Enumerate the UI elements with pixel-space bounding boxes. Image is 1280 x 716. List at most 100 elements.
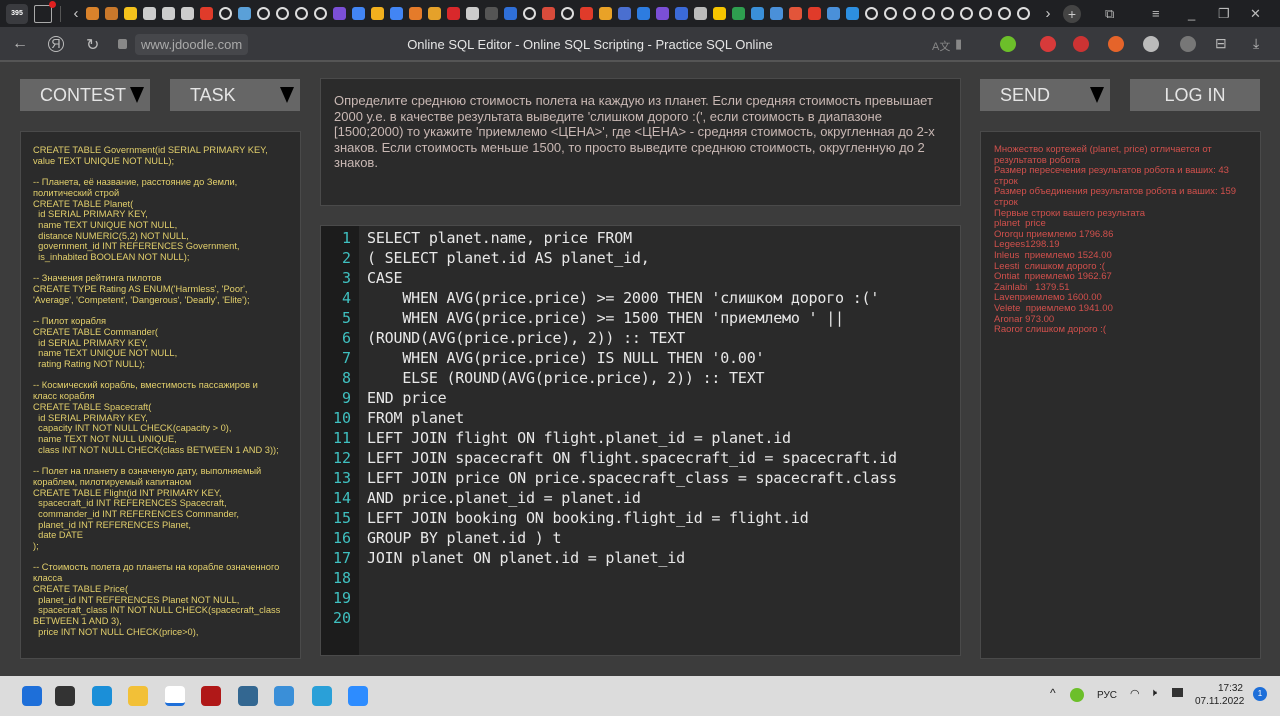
download-icon[interactable]: ⤓ [1253,35,1259,52]
new-tab-icon[interactable] [34,0,56,23]
page-icon[interactable] [143,7,156,20]
chart-icon[interactable] [751,7,764,20]
maximize-icon[interactable]: ❐ [1218,0,1230,27]
github-icon[interactable] [998,7,1011,20]
code-line[interactable]: WHEN AVG(price.price) >= 1500 THEN 'прие… [367,308,897,328]
adblock-icon[interactable] [1040,36,1056,52]
code-line[interactable]: ELSE (ROUND(AVG(price.price), 2)) :: TEX… [367,368,897,388]
sidebar-icon[interactable]: ⊟ [1215,35,1227,52]
orange-icon[interactable] [105,7,118,20]
battery-icon[interactable] [1172,688,1183,697]
excel-icon[interactable] [732,7,745,20]
code-line[interactable]: GROUP BY planet.id ) t [367,528,897,548]
search-icon[interactable] [55,686,75,706]
stack-icon[interactable] [409,7,422,20]
github-icon[interactable] [960,7,973,20]
code-line[interactable]: CASE [367,268,897,288]
page-icon[interactable] [466,7,479,20]
close-icon[interactable]: ✕ [1250,0,1261,27]
yandex-browser-icon[interactable] [165,686,185,706]
explorer-icon[interactable] [128,686,148,706]
tabs-icon[interactable]: ⧉ [1105,0,1114,27]
code-line[interactable]: ( SELECT planet.id AS planet_id, [367,248,897,268]
task-dropdown[interactable]: TASK [170,79,300,111]
code-line[interactable] [367,568,897,588]
bookmark-icon[interactable]: ▮ [955,36,962,52]
github-icon[interactable] [523,7,536,20]
sun-icon[interactable] [1180,36,1196,52]
doc-icon[interactable] [770,7,783,20]
extension-icon[interactable] [1073,36,1089,52]
tab-counter[interactable]: 395 [6,3,28,24]
page-icon[interactable] [181,7,194,20]
image-icon[interactable] [124,7,137,20]
minimize-icon[interactable]: _ [1188,0,1195,27]
bird-icon[interactable] [846,7,859,20]
code-editor[interactable]: 1 2 3 4 5 6 7 8 9 10 11 12 13 14 15 16 17 18 19 20 SELECT p… [320,225,961,656]
app-icon[interactable] [201,686,221,706]
github-icon[interactable] [903,7,916,20]
code-line[interactable]: WHEN AVG(price.price) IS NULL THEN '0.00… [367,348,897,368]
circle-icon[interactable] [865,7,878,20]
page-icon[interactable] [162,7,175,20]
telegram-icon[interactable] [312,686,332,706]
tray-expand-icon[interactable]: ^ [1050,686,1056,700]
clock[interactable]: 17:32 07.11.2022 [1195,682,1244,708]
fire-icon[interactable] [1108,36,1124,52]
code-line[interactable] [367,588,897,608]
github-icon[interactable] [295,7,308,20]
google-icon[interactable] [352,7,365,20]
scroll-left-icon[interactable]: ‹ [69,5,83,22]
notification-badge[interactable]: 1 [1253,687,1267,701]
github-icon[interactable] [276,7,289,20]
code-line[interactable]: WHEN AVG(price.price) >= 2000 THEN 'слиш… [367,288,897,308]
code-line[interactable]: END price [367,388,897,408]
github-icon[interactable] [219,7,232,20]
purple-icon[interactable] [656,7,669,20]
start-icon[interactable] [22,686,42,706]
blue-dot-icon[interactable] [637,7,650,20]
contest-dropdown[interactable]: CONTEST [20,79,150,111]
orange-icon[interactable] [86,7,99,20]
globe-icon[interactable] [1143,36,1159,52]
translate-icon[interactable]: A文 [932,38,950,54]
figma-icon[interactable] [789,7,802,20]
doc-icon[interactable] [827,7,840,20]
question-icon[interactable] [333,7,346,20]
play-icon[interactable] [675,7,688,20]
github-icon[interactable] [922,7,935,20]
download-arrow-icon[interactable] [1000,36,1016,52]
gmail-icon[interactable] [542,7,555,20]
code-line[interactable]: AND price.planet_id = planet.id [367,488,897,508]
add-tab-icon[interactable]: + [1063,4,1081,23]
github-icon[interactable] [561,7,574,20]
github-icon[interactable] [257,7,270,20]
edge-icon[interactable] [92,686,112,706]
bolt-icon[interactable] [371,7,384,20]
github-icon[interactable] [884,7,897,20]
yandex-icon[interactable] [808,7,821,20]
notepad-icon[interactable] [274,686,294,706]
github-icon[interactable] [979,7,992,20]
yandex-icon[interactable] [580,7,593,20]
star-icon[interactable] [428,7,441,20]
trash-icon[interactable] [485,7,498,20]
code-line[interactable]: LEFT JOIN spacecraft ON flight.spacecraf… [367,448,897,468]
send-icon[interactable] [694,7,707,20]
doc-icon[interactable] [238,7,251,20]
send-dropdown[interactable]: SEND [980,79,1110,111]
login-button[interactable]: LOG IN [1130,79,1260,111]
code-line[interactable]: LEFT JOIN price ON price.spacecraft_clas… [367,468,897,488]
code-line[interactable]: SELECT planet.name, price FROM [367,228,897,248]
code-line[interactable] [367,608,897,628]
google-icon[interactable] [390,7,403,20]
volume-icon[interactable]: 🕨 [1150,687,1157,700]
yandex-icon[interactable] [200,7,213,20]
red-square-icon[interactable] [447,7,460,20]
beeline-icon[interactable] [713,7,726,20]
github-icon[interactable] [1017,7,1030,20]
code-line[interactable]: FROM planet [367,408,897,428]
wifi-icon[interactable]: ◠ [1130,687,1140,700]
language-indicator[interactable]: РУС [1097,690,1117,701]
blue-icon[interactable] [504,7,517,20]
